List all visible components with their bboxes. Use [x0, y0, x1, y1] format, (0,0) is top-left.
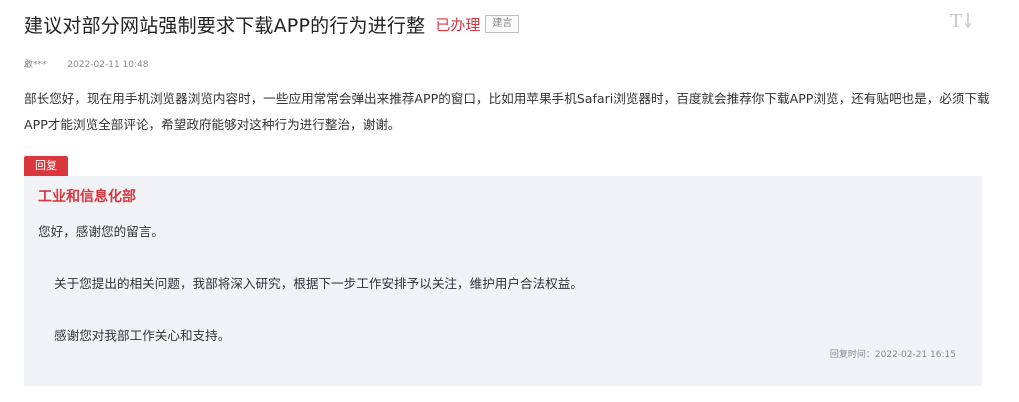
- message-detail-page: 建议对部分网站强制要求下载APP的行为进行整 已办理 建言 T 敢*** 202…: [0, 0, 1019, 402]
- font-size-toggle-button[interactable]: T: [946, 8, 976, 34]
- reply-panel: 工业和信息化部 您好，感谢您的留言。 关于您提出的相关问题，我部将深入研究，根据…: [24, 176, 982, 386]
- reply-time: 回复时间：2022-02-21 16:15: [829, 350, 956, 360]
- reply-greeting: 您好，感谢您的留言。: [38, 224, 164, 239]
- font-toggle-letter: T: [950, 11, 962, 32]
- message-body: 部长您好，现在用手机浏览器浏览内容时，一些应用常常会弹出来推荐APP的窗口，比如…: [24, 91, 990, 132]
- font-size-toggle-icon: T: [950, 11, 972, 32]
- reply-department: 工业和信息化部: [38, 189, 136, 205]
- reply-paragraph: 感谢您对我部工作关心和支持。: [54, 328, 231, 343]
- author-name: 敢***: [24, 60, 47, 70]
- reply-paragraph: 关于您提出的相关问题，我部将深入研究，根据下一步工作安排予以关注，维护用户合法权…: [54, 276, 583, 291]
- message-header: 建议对部分网站强制要求下载APP的行为进行整 已办理 建言: [24, 10, 520, 38]
- message-title: 建议对部分网站强制要求下载APP的行为进行整: [24, 14, 426, 37]
- message-meta: 敢*** 2022-02-11 10:48: [24, 57, 149, 70]
- post-date: 2022-02-11 10:48: [67, 60, 149, 70]
- category-tag: 建言: [485, 15, 520, 33]
- reply-badge: 回复: [24, 156, 68, 176]
- status-label: 已办理: [435, 15, 481, 34]
